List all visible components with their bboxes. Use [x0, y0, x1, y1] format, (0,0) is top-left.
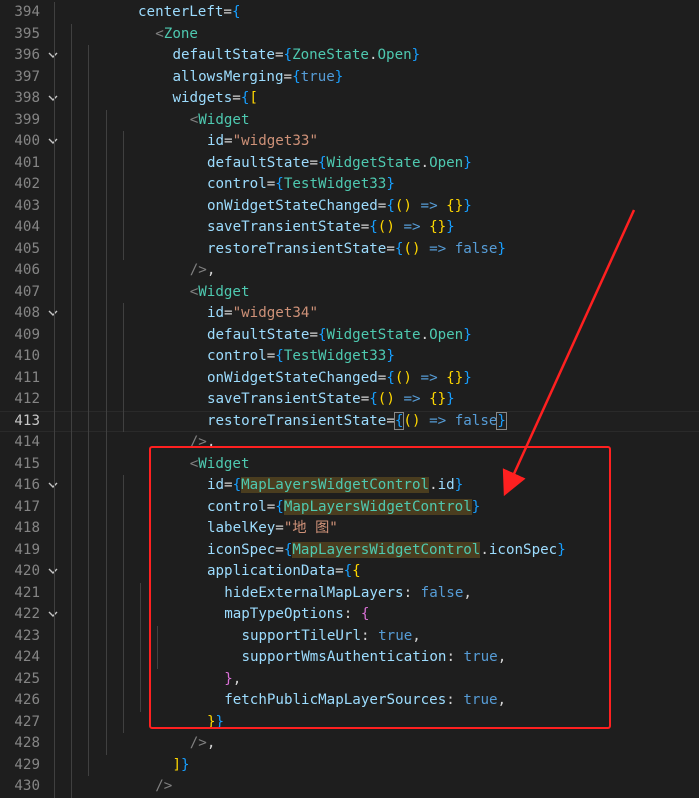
- annotation-arrow: [502, 209, 636, 497]
